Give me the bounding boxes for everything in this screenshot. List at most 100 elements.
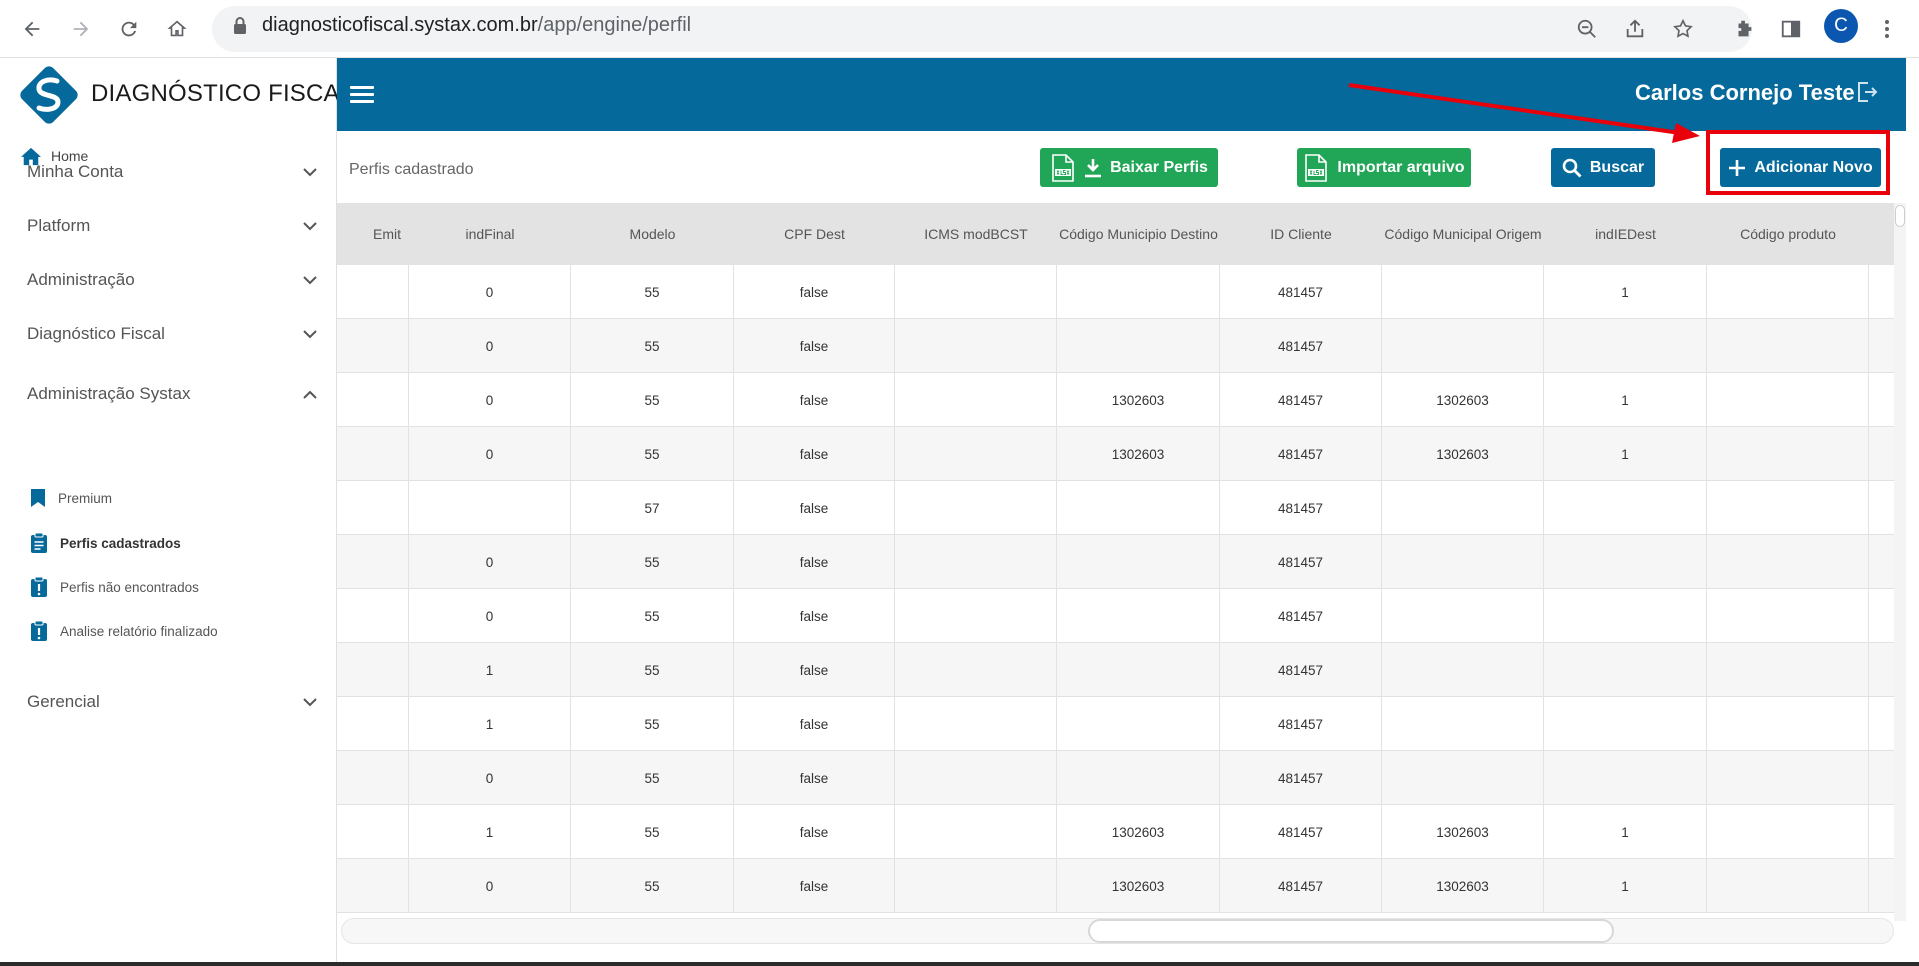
menu-toggle-icon[interactable] bbox=[350, 86, 374, 104]
download-profiles-button[interactable]: Baixar Perfis bbox=[1040, 148, 1218, 187]
table-row[interactable]: 0 55 false 481457 1 bbox=[337, 265, 1897, 319]
submenu-item-label: Perfis cadastrados bbox=[60, 535, 181, 551]
share-icon[interactable] bbox=[1618, 12, 1652, 46]
column-header[interactable]: ID Cliente bbox=[1220, 203, 1382, 265]
column-header[interactable]: Código Municipio Destino bbox=[1057, 203, 1220, 265]
table-cell: 0 bbox=[409, 427, 571, 481]
column-header[interactable]: indIEDest bbox=[1544, 203, 1707, 265]
column-header[interactable]: CPF Dest bbox=[734, 203, 895, 265]
submenu-item-premium[interactable]: Premium bbox=[30, 488, 112, 508]
table-cell bbox=[1544, 643, 1707, 697]
back-icon[interactable] bbox=[15, 12, 49, 46]
table-cell bbox=[337, 265, 409, 319]
table-cell bbox=[895, 751, 1057, 805]
table-cell bbox=[1707, 751, 1869, 805]
table-row[interactable]: 0 55 false 481457 bbox=[337, 751, 1897, 805]
column-header[interactable]: ICMS modBCST bbox=[895, 203, 1057, 265]
table-row[interactable]: 0 55 false 1302603 481457 1302603 1 bbox=[337, 373, 1897, 427]
url-text[interactable]: diagnosticofiscal.systax.com.br/app/engi… bbox=[262, 14, 691, 37]
table-row[interactable]: 0 55 false 481457 bbox=[337, 535, 1897, 589]
extensions-icon[interactable] bbox=[1727, 12, 1761, 46]
sidebar-item-administracao[interactable]: Administração bbox=[27, 270, 317, 290]
table-cell: 1302603 bbox=[1057, 427, 1220, 481]
vertical-scrollbar[interactable] bbox=[1894, 203, 1906, 921]
table-cell: false bbox=[734, 805, 895, 859]
sidebar-item-label: Administração bbox=[27, 270, 135, 289]
table-row[interactable]: 0 55 false 481457 bbox=[337, 589, 1897, 643]
table-row[interactable]: 1 55 false 481457 bbox=[337, 697, 1897, 751]
column-header[interactable]: indFinal bbox=[409, 203, 571, 265]
table-cell bbox=[1707, 265, 1869, 319]
table-cell: 57 bbox=[571, 481, 734, 535]
table-cell bbox=[1707, 535, 1869, 589]
table-row[interactable]: 0 55 false 1302603 481457 1302603 1 bbox=[337, 859, 1897, 913]
table-cell bbox=[1869, 373, 1897, 427]
clipboard-alert-icon bbox=[31, 576, 47, 597]
table-cell: 0 bbox=[409, 859, 571, 913]
column-header[interactable]: Código Municipal Origem bbox=[1382, 203, 1544, 265]
table-cell: false bbox=[734, 427, 895, 481]
chevron-down-icon bbox=[303, 221, 317, 230]
table-cell bbox=[1707, 589, 1869, 643]
table-cell bbox=[1382, 643, 1544, 697]
table-cell: 55 bbox=[571, 805, 734, 859]
submenu-item-perfis-nao-encontrados[interactable]: Perfis não encontrados bbox=[30, 576, 199, 598]
table-cell: 1 bbox=[1544, 427, 1707, 481]
table-cell: 1302603 bbox=[1057, 805, 1220, 859]
table-cell: 481457 bbox=[1220, 697, 1382, 751]
table-row[interactable]: 0 55 false 481457 bbox=[337, 319, 1897, 373]
table-row[interactable]: 57 false 481457 bbox=[337, 481, 1897, 535]
profile-avatar[interactable]: C bbox=[1824, 9, 1858, 43]
sidebar-item-diagnostico-fiscal[interactable]: Diagnóstico Fiscal bbox=[27, 324, 317, 344]
table-cell bbox=[337, 427, 409, 481]
table-cell bbox=[1057, 697, 1220, 751]
table-cell bbox=[1707, 427, 1869, 481]
table-cell bbox=[337, 697, 409, 751]
table-cell bbox=[895, 373, 1057, 427]
clipboard-list-icon bbox=[31, 532, 47, 553]
forward-icon[interactable] bbox=[64, 12, 98, 46]
table-cell bbox=[1544, 751, 1707, 805]
horizontal-scroll-thumb[interactable] bbox=[1088, 919, 1614, 943]
sidebar-item-administracao-systax[interactable]: Administração Systax bbox=[27, 384, 317, 404]
taskbar-edge bbox=[0, 962, 1919, 966]
home-browser-icon[interactable] bbox=[160, 12, 194, 46]
table-cell: 0 bbox=[409, 265, 571, 319]
logout-icon[interactable] bbox=[1855, 80, 1879, 109]
search-icon bbox=[1562, 158, 1582, 177]
chevron-down-icon bbox=[303, 275, 317, 284]
column-header[interactable]: Modelo bbox=[571, 203, 734, 265]
table-row[interactable]: 1 55 false 1302603 481457 1302603 1 bbox=[337, 805, 1897, 859]
column-header[interactable]: Emit bbox=[337, 203, 409, 265]
sidebar-item-label: Minha Conta bbox=[27, 162, 124, 181]
submenu-item-perfis-cadastrados[interactable]: Perfis cadastrados bbox=[30, 532, 181, 554]
sidebar-item-minha-conta[interactable]: Minha Conta bbox=[27, 162, 317, 182]
zoom-out-icon[interactable] bbox=[1570, 12, 1604, 46]
table-cell: 55 bbox=[571, 535, 734, 589]
table-cell: 1302603 bbox=[1057, 373, 1220, 427]
table-cell bbox=[337, 751, 409, 805]
clipboard-alert-icon bbox=[31, 620, 47, 641]
vertical-scroll-thumb[interactable] bbox=[1895, 205, 1905, 227]
table-cell: false bbox=[734, 697, 895, 751]
import-file-button[interactable]: Importar arquivo bbox=[1297, 148, 1471, 187]
reload-icon[interactable] bbox=[112, 12, 146, 46]
column-header[interactable]: Código produto bbox=[1707, 203, 1869, 265]
table-row[interactable]: 0 55 false 1302603 481457 1302603 1 bbox=[337, 427, 1897, 481]
sidebar-item-gerencial[interactable]: Gerencial bbox=[27, 692, 317, 712]
page-title: Perfis cadastrado bbox=[349, 161, 474, 178]
table-cell: 481457 bbox=[1220, 805, 1382, 859]
table-cell bbox=[1869, 319, 1897, 373]
table-cell: 0 bbox=[409, 535, 571, 589]
submenu-item-analise-relatorio[interactable]: Analise relatório finalizado bbox=[30, 620, 218, 642]
table-row[interactable]: 1 55 false 481457 bbox=[337, 643, 1897, 697]
table-cell: 55 bbox=[571, 751, 734, 805]
sidebar-item-platform[interactable]: Platform bbox=[27, 216, 317, 236]
more-options-icon[interactable] bbox=[1870, 12, 1904, 46]
browser-chrome: diagnosticofiscal.systax.com.br/app/engi… bbox=[0, 0, 1919, 58]
side-panel-icon[interactable] bbox=[1774, 12, 1808, 46]
bookmark-star-icon[interactable] bbox=[1666, 12, 1700, 46]
chevron-down-icon bbox=[303, 697, 317, 706]
table-cell: 481457 bbox=[1220, 373, 1382, 427]
search-button[interactable]: Buscar bbox=[1551, 148, 1655, 187]
